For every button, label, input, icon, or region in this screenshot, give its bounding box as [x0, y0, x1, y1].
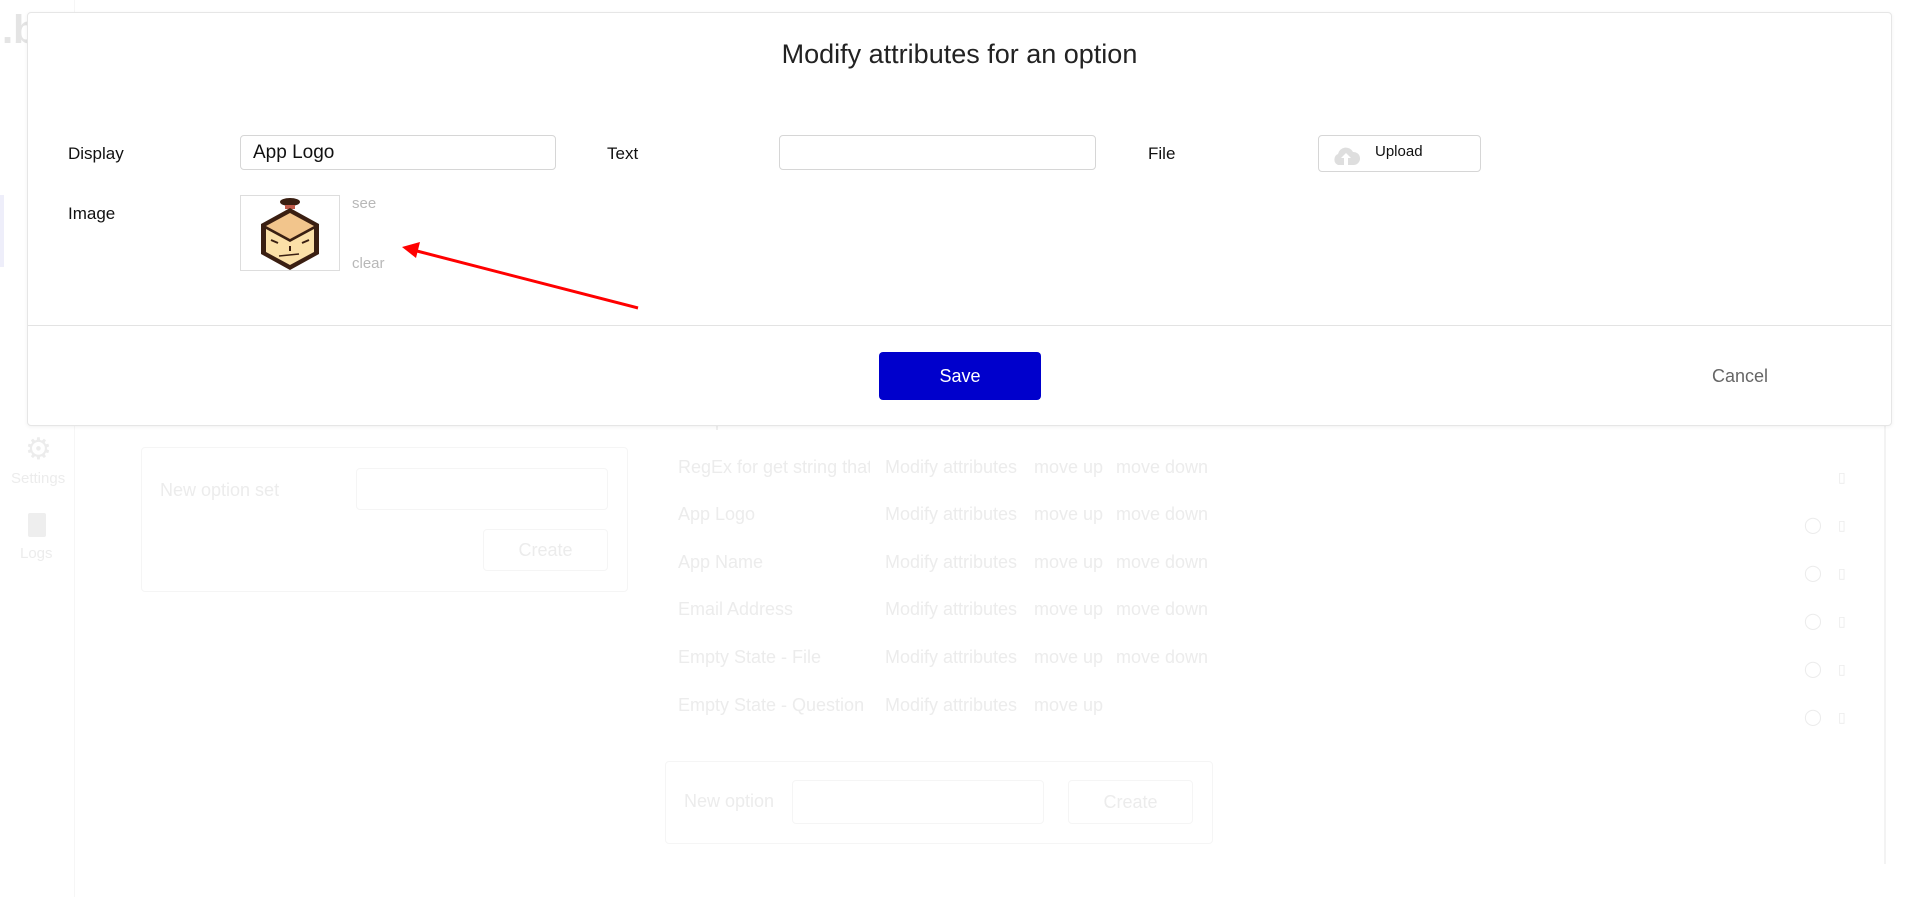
see-image-link[interactable]: see [352, 195, 376, 212]
comment-icon[interactable]: ◯ ◯ ◯ ◯ ◯ [1804, 502, 1822, 742]
move-up-link[interactable]: move up [1034, 599, 1103, 620]
sidebar-item-settings[interactable]: Settings [11, 470, 65, 487]
move-down-link[interactable]: move down [1116, 647, 1208, 668]
move-up-link[interactable]: move up [1034, 552, 1103, 573]
upload-label: Upload [1375, 143, 1423, 160]
option-name: Email Address [678, 599, 794, 619]
create-option-set-button[interactable]: Create [483, 529, 608, 571]
text-input[interactable] [779, 135, 1096, 170]
save-button[interactable]: Save [879, 352, 1041, 400]
option-name: App Name [678, 552, 764, 572]
sidebar-item-logs[interactable]: Logs [20, 545, 53, 562]
move-up-link[interactable]: move up [1034, 504, 1103, 525]
clear-image-link[interactable]: clear [352, 255, 385, 272]
image-preview[interactable] [240, 195, 340, 271]
new-option-set-input[interactable] [356, 468, 608, 510]
cloud-upload-icon [1334, 147, 1361, 165]
modify-attributes-link[interactable]: Modify attributes [885, 504, 1017, 525]
modify-attributes-link[interactable]: Modify attributes [885, 599, 1017, 620]
app-logo-image [261, 198, 319, 270]
option-name: Empty State - Question [678, 695, 865, 715]
modal-title: Modify attributes for an option [781, 39, 1138, 69]
move-down-link[interactable]: move down [1116, 504, 1208, 525]
upload-button[interactable]: Upload [1318, 135, 1481, 172]
move-down-link[interactable]: move down [1116, 599, 1208, 620]
trash-icon[interactable]: ▯ ▯ ▯ ▯ ▯ ▯ [1838, 453, 1846, 741]
cancel-button[interactable]: Cancel [1712, 366, 1768, 387]
new-option-set-label: New option set [160, 480, 280, 500]
new-option-label: New option [684, 791, 775, 811]
move-up-link[interactable]: move up [1034, 457, 1103, 478]
document-icon [28, 513, 46, 537]
text-label: Text [607, 144, 639, 163]
option-name: Empty State - File [678, 647, 822, 667]
file-label: File [1148, 144, 1176, 163]
modify-attributes-link[interactable]: Modify attributes [885, 647, 1017, 668]
modify-attributes-link[interactable]: Modify attributes [885, 552, 1017, 573]
display-label: Display [68, 144, 124, 163]
create-option-button[interactable]: Create [1068, 780, 1193, 824]
new-option-input[interactable] [792, 780, 1044, 824]
modify-attributes-link[interactable]: Modify attributes [885, 457, 1017, 478]
modify-attributes-link[interactable]: Modify attributes [885, 695, 1017, 716]
image-label: Image [68, 204, 116, 223]
scrollbar[interactable] [1884, 424, 1886, 864]
move-down-link[interactable]: move down [1116, 457, 1208, 478]
sidebar-active-indicator [0, 195, 4, 267]
modal-divider [28, 325, 1891, 326]
move-up-link[interactable]: move up [1034, 695, 1103, 716]
modify-attributes-modal: Modify attributes for an option Display … [27, 12, 1892, 426]
gear-icon[interactable]: ⚙ [25, 432, 52, 467]
new-option-panel: New option Create [665, 761, 1213, 844]
option-name: RegEx for get string that [678, 457, 870, 477]
display-input[interactable] [240, 135, 556, 170]
new-option-set-panel: New option set Create [141, 447, 628, 592]
annotation-arrow [402, 242, 639, 310]
move-down-link[interactable]: move down [1116, 552, 1208, 573]
option-name: App Logo [678, 504, 756, 524]
move-up-link[interactable]: move up [1034, 647, 1103, 668]
